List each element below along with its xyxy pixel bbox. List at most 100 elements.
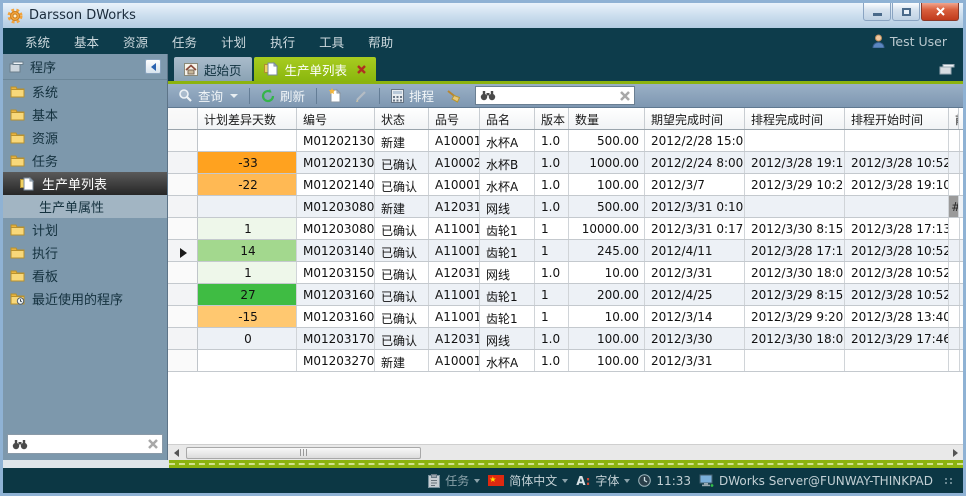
menu-item-6[interactable]: 工具	[307, 28, 356, 55]
refresh-button[interactable]: 刷新	[257, 84, 309, 107]
sidebar-item-1[interactable]: 基本	[3, 103, 167, 126]
cell-id: M012030802	[297, 218, 375, 239]
cell-id: M012021301	[297, 130, 375, 151]
horizontal-scrollbar[interactable]	[168, 444, 963, 460]
cell-status: 已确认	[375, 218, 429, 239]
tab-home[interactable]: 起始页	[174, 57, 252, 81]
row-selector[interactable]	[168, 328, 198, 349]
menu-item-5[interactable]: 执行	[258, 28, 307, 55]
status-server[interactable]: DWorks Server@FUNWAY-THINKPAD	[699, 474, 933, 488]
scroll-right-icon[interactable]	[947, 449, 963, 457]
status-font-menu[interactable]: A: 字体	[576, 472, 630, 489]
schedule-button[interactable]: 排程	[387, 84, 438, 107]
row-selector[interactable]	[168, 218, 198, 239]
pencil-icon	[354, 89, 368, 103]
row-selector[interactable]	[168, 284, 198, 305]
cell-diff	[198, 130, 297, 151]
sidebar-item-label: 最近使用的程序	[32, 289, 123, 308]
magnifier-icon	[178, 88, 193, 103]
status-language-menu[interactable]: ★ 简体中文	[488, 472, 568, 489]
close-button[interactable]	[921, 3, 959, 21]
table-row[interactable]: 1M012030802已确认A11001齿轮1110000.002012/3/3…	[168, 218, 963, 240]
cell-extra	[949, 152, 960, 173]
sidebar-item-8[interactable]: 看板	[3, 264, 167, 287]
font-icon: A:	[576, 474, 590, 488]
column-header-extra[interactable]: 前	[949, 108, 959, 129]
menu-item-0[interactable]: 系统	[13, 28, 62, 55]
cell-status: 已确认	[375, 174, 429, 195]
cell-diff	[198, 350, 297, 371]
table-row[interactable]: 1M012031501已确认A12031网线1.010.002012/3/312…	[168, 262, 963, 284]
table-row[interactable]: M012032701新建A10001水杯A1.0100.002012/3/31	[168, 350, 963, 372]
query-button[interactable]: 查询	[174, 84, 242, 107]
sidebar-item-5[interactable]: 生产单属性	[3, 195, 167, 218]
clean-button[interactable]	[442, 87, 465, 105]
menu-item-3[interactable]: 任务	[160, 28, 209, 55]
row-selector[interactable]	[168, 350, 198, 371]
row-selector[interactable]	[168, 240, 198, 261]
sidebar-item-3[interactable]: 任务	[3, 149, 167, 172]
cell-expect: 2012/3/31 0:10	[645, 196, 745, 217]
table-row[interactable]: 0M012031701已确认A12031网线1.0100.002012/3/30…	[168, 328, 963, 350]
sidebar-search-clear-icon[interactable]	[148, 439, 158, 449]
column-header-expect[interactable]: 期望完成时间	[645, 108, 745, 129]
scroll-left-icon[interactable]	[168, 449, 184, 457]
cell-qty: 10.00	[569, 306, 645, 327]
cell-item_no: A12031	[429, 196, 480, 217]
tab-close-icon[interactable]	[357, 65, 366, 74]
sidebar-item-6[interactable]: 计划	[3, 218, 167, 241]
sidebar-item-0[interactable]: 系统	[3, 80, 167, 103]
cell-status: 新建	[375, 196, 429, 217]
table-row[interactable]: 27M012031601已确认A11001齿轮11200.002012/4/25…	[168, 284, 963, 306]
sidebar-item-7[interactable]: 执行	[3, 241, 167, 264]
column-header-id[interactable]: 编号	[297, 108, 375, 129]
toolbar-search-input[interactable]	[500, 89, 616, 103]
row-selector[interactable]	[168, 152, 198, 173]
row-selector[interactable]	[168, 130, 198, 151]
column-header-item_name[interactable]: 品名	[480, 108, 535, 129]
cell-item_name: 齿轮1	[480, 306, 535, 327]
toolbar-search-clear-icon[interactable]	[620, 91, 630, 101]
sidebar-collapse-button[interactable]	[145, 59, 161, 74]
column-header-sched_end[interactable]: 排程完成时间	[745, 108, 845, 129]
menu-item-7[interactable]: 帮助	[356, 28, 405, 55]
row-selector[interactable]	[168, 306, 198, 327]
resize-grip[interactable]	[945, 478, 953, 484]
column-header-version[interactable]: 版本	[535, 108, 569, 129]
menu-item-1[interactable]: 基本	[62, 28, 111, 55]
restore-button[interactable]	[892, 3, 920, 21]
row-selector[interactable]	[168, 174, 198, 195]
table-row[interactable]: 14M012031402已确认A11001齿轮11245.002012/4/11…	[168, 240, 963, 262]
scrollbar-thumb[interactable]	[186, 447, 421, 459]
column-header-qty[interactable]: 数量	[569, 108, 645, 129]
table-row[interactable]: -22M012021401已确认A10001水杯A1.0100.002012/3…	[168, 174, 963, 196]
edit-button[interactable]	[350, 87, 372, 105]
column-header-item_no[interactable]: 品号	[429, 108, 480, 129]
table-row[interactable]: M012021301新建A10001水杯A1.0500.002012/2/28 …	[168, 130, 963, 152]
status-task-menu[interactable]: 任务	[428, 472, 480, 489]
current-user[interactable]: Test User	[872, 34, 953, 49]
menu-item-4[interactable]: 计划	[209, 28, 258, 55]
minimize-button[interactable]	[863, 3, 891, 21]
cell-extra	[949, 306, 960, 327]
sidebar-item-2[interactable]: 资源	[3, 126, 167, 149]
table-row[interactable]: -33M012021302已确认A10002水杯B1.01000.002012/…	[168, 152, 963, 174]
column-header-diff[interactable]: 计划差异天数	[198, 108, 297, 129]
sidebar-search-input[interactable]	[32, 437, 144, 451]
table-row[interactable]: -15M012031602已确认A11001齿轮1110.002012/3/14…	[168, 306, 963, 328]
column-header-sched_start[interactable]: 排程开始时间	[845, 108, 949, 129]
sidebar-item-4[interactable]: 生产单列表	[3, 172, 167, 195]
new-button[interactable]	[324, 86, 346, 105]
chevron-down-icon	[562, 479, 568, 483]
cell-expect: 2012/3/30	[645, 328, 745, 349]
table-row[interactable]: M012030801新建A12031网线1.0500.002012/3/31 0…	[168, 196, 963, 218]
column-header-status[interactable]: 状态	[375, 108, 429, 129]
menu-item-2[interactable]: 资源	[111, 28, 160, 55]
tab-production-order-list[interactable]: 生产单列表	[254, 57, 377, 81]
sidebar-item-9[interactable]: 最近使用的程序	[3, 287, 167, 310]
tab-overflow-icon[interactable]	[939, 63, 955, 75]
row-selector[interactable]	[168, 262, 198, 283]
cell-item_name: 水杯A	[480, 174, 535, 195]
row-selector[interactable]	[168, 196, 198, 217]
cell-extra	[949, 240, 960, 261]
